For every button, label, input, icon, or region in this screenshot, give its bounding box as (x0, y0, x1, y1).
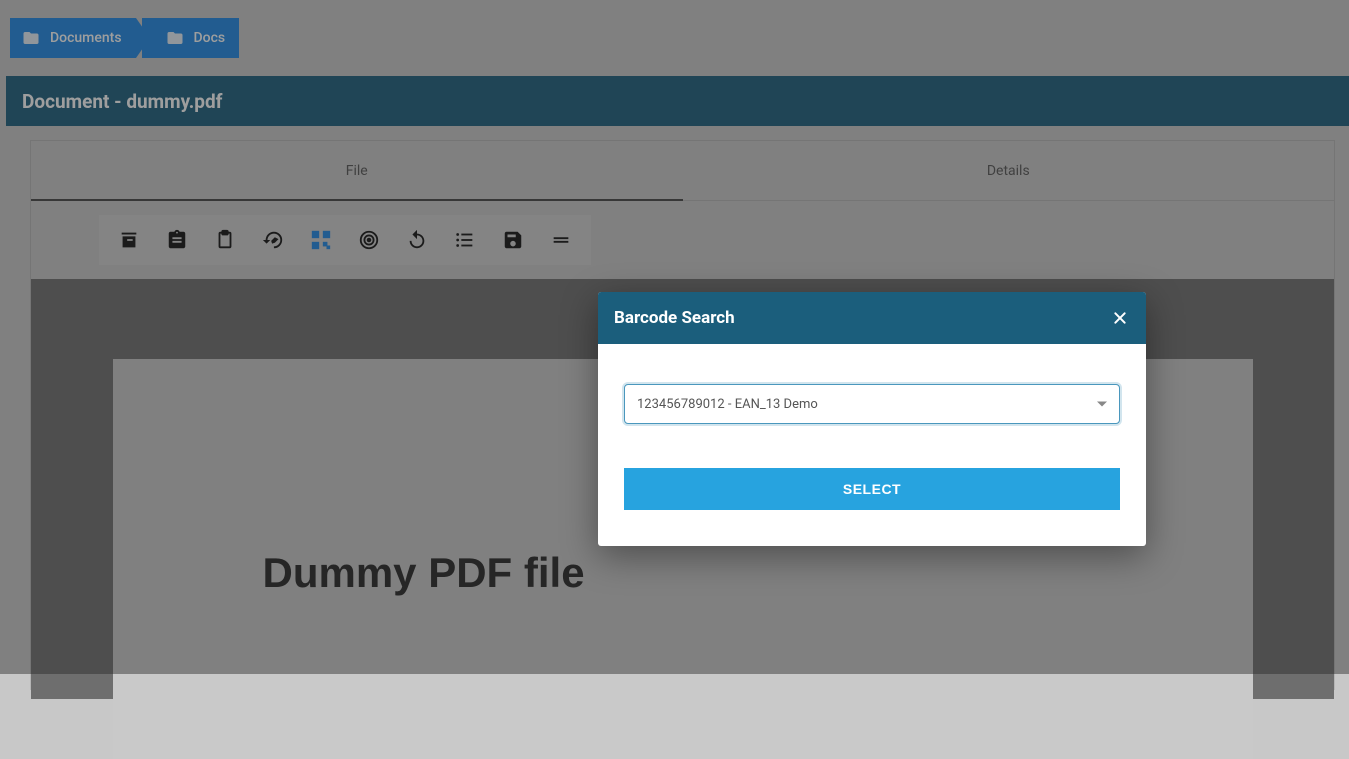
barcode-select[interactable]: 123456789012 - EAN_13 Demo (624, 384, 1120, 424)
select-button[interactable]: Select (624, 468, 1120, 510)
dialog-title: Barcode Search (614, 308, 735, 328)
dialog-header: Barcode Search (598, 292, 1146, 344)
close-button[interactable] (1110, 308, 1130, 328)
barcode-search-dialog: Barcode Search 123456789012 - EAN_13 Dem… (598, 292, 1146, 546)
select-value: 123456789012 - EAN_13 Demo (637, 397, 818, 412)
chevron-down-icon (1097, 402, 1107, 407)
close-icon (1112, 310, 1128, 326)
